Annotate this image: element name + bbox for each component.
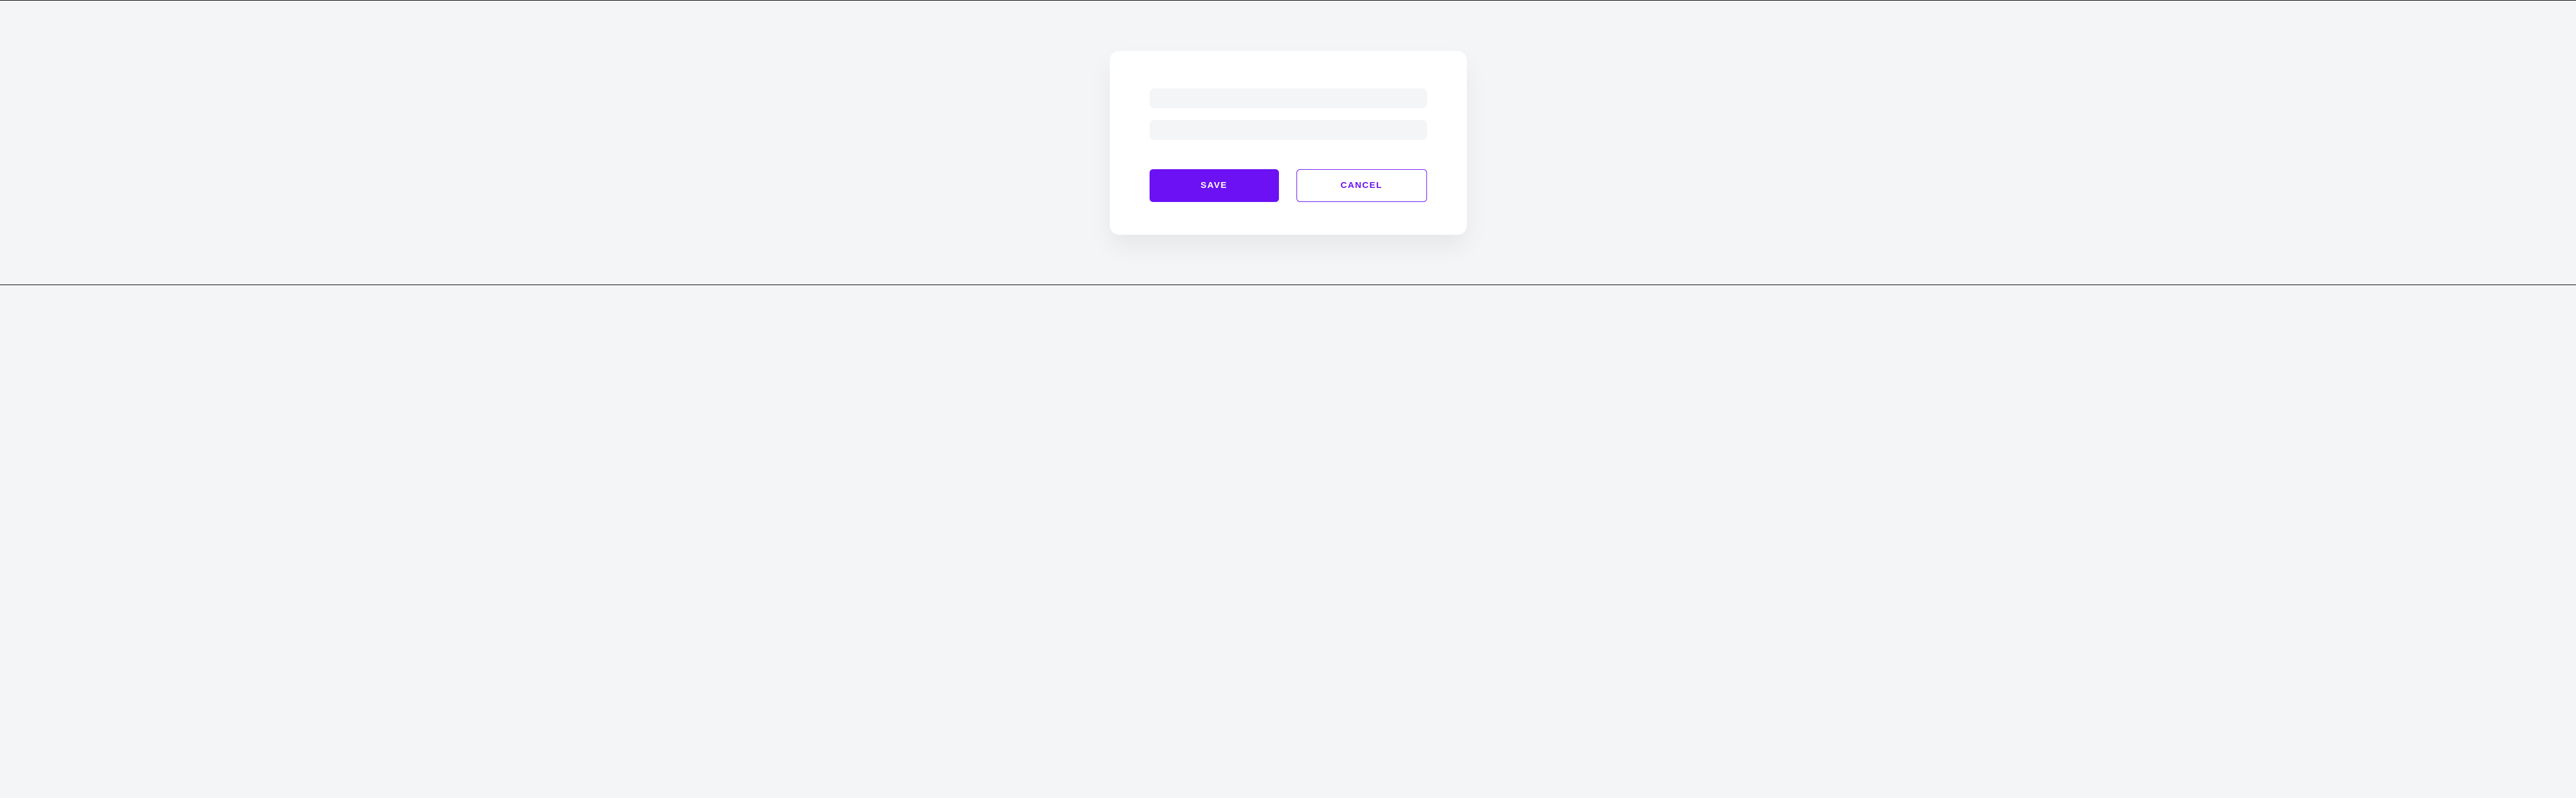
input-field-1[interactable] — [1150, 88, 1427, 108]
cancel-button[interactable]: Cancel — [1296, 169, 1427, 202]
button-group: Save Cancel — [1150, 169, 1427, 202]
input-group — [1150, 88, 1427, 140]
input-field-2[interactable] — [1150, 120, 1427, 140]
form-card: Save Cancel — [1110, 51, 1467, 235]
save-button[interactable]: Save — [1150, 169, 1279, 202]
